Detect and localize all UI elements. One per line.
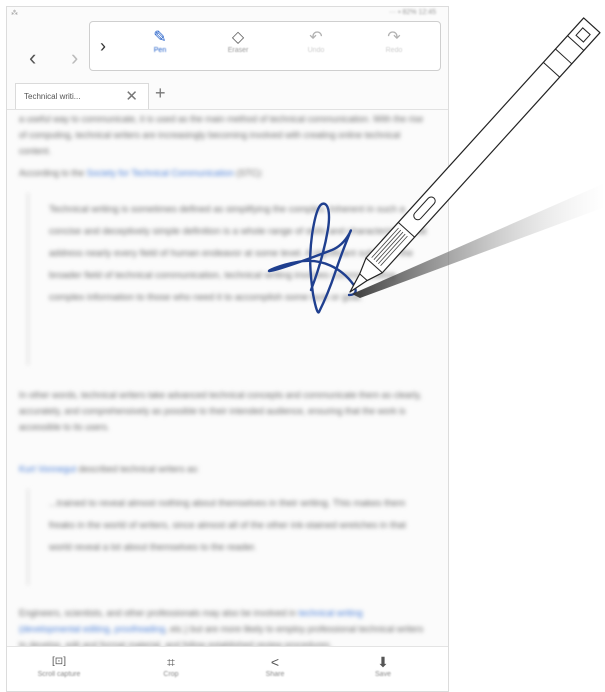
stylus-illustration — [349, 17, 605, 298]
stylus-icon — [349, 17, 601, 293]
